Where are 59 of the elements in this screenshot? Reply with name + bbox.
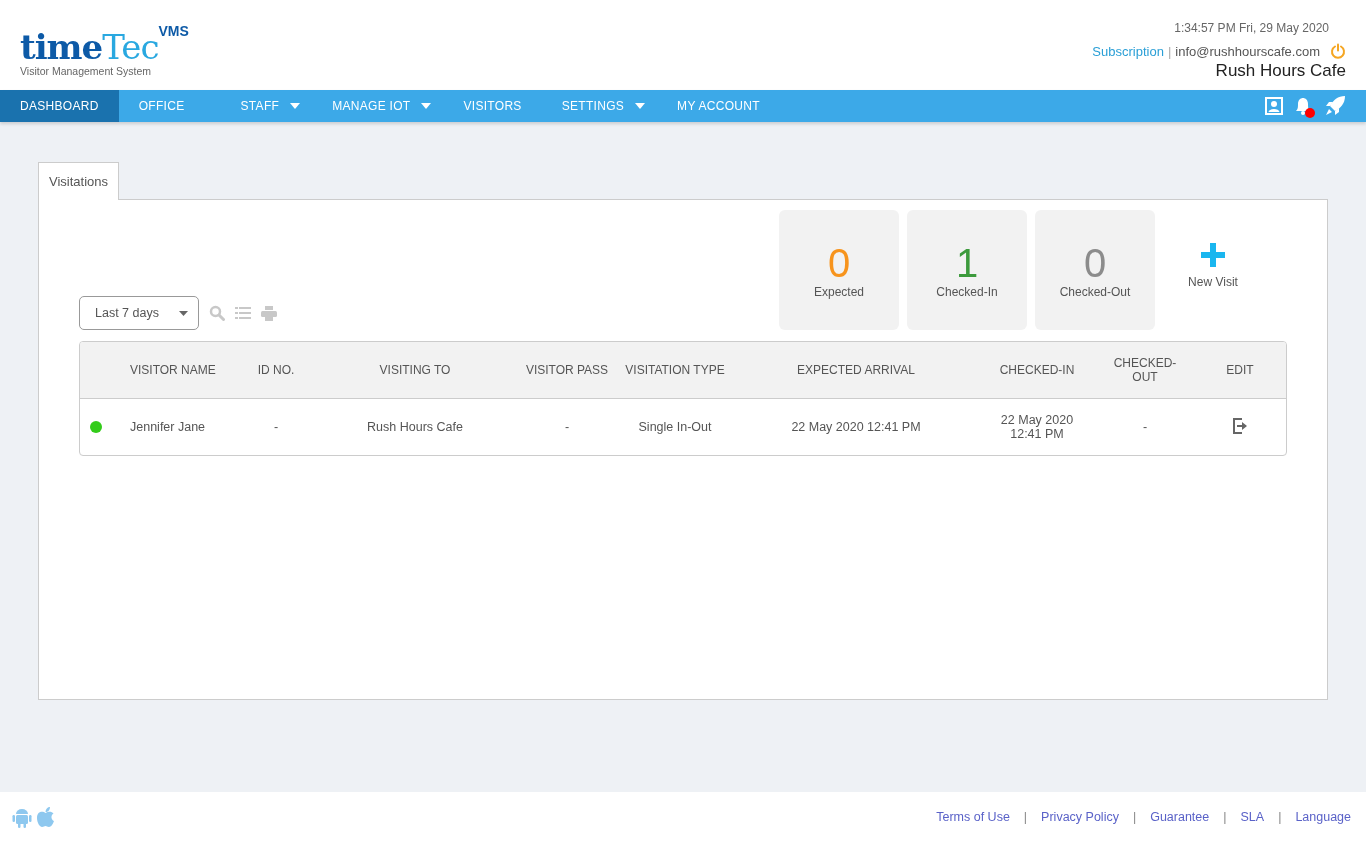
company-name: Rush Hours Cafe <box>1215 61 1346 81</box>
table-cell-text: - <box>563 420 571 434</box>
logo-suffix-text: VMS <box>158 24 189 38</box>
search-icon[interactable] <box>209 305 225 321</box>
print-icon[interactable] <box>261 305 277 321</box>
table-cell-text: - <box>1141 420 1149 434</box>
stat-count: 0 <box>1083 241 1107 285</box>
caret-icon <box>290 103 301 109</box>
logo-text: Tec <box>102 30 159 64</box>
column-header: VISITOR PASS <box>524 363 610 377</box>
table-cell-text: 22 May 2020 12:41 PM <box>790 420 922 434</box>
tab[interactable]: Visitations <box>38 162 119 200</box>
table-cell-text: Rush Hours Cafe <box>366 420 464 434</box>
separator: | <box>1132 810 1137 824</box>
column-header: EDIT <box>1225 363 1255 377</box>
period-dropdown[interactable]: Last 7 days <box>79 296 199 330</box>
apple-icon[interactable] <box>36 806 55 828</box>
column-header: CHECKED-IN <box>998 363 1076 377</box>
stat-label: Checked-Out <box>1059 285 1131 299</box>
column-header: CHECKED-OUT <box>1112 356 1178 384</box>
footer-link[interactable]: Privacy Policy <box>1041 810 1119 824</box>
separator: | <box>1023 810 1028 824</box>
nav-item[interactable]: DASHBOARD <box>0 90 119 122</box>
column-header: VISITING TO <box>378 363 452 377</box>
android-icon[interactable] <box>12 806 32 828</box>
column-header: VISITOR NAME <box>129 363 217 377</box>
column-header: ID NO. <box>256 363 296 377</box>
separator: | <box>1167 43 1172 59</box>
column-header: VISITATION TYPE <box>624 363 726 377</box>
plus-icon <box>1201 243 1225 267</box>
stat-count: 0 <box>827 241 851 285</box>
new-visit-button[interactable]: New Visit <box>1163 210 1263 330</box>
logo-tagline: Visitor Management System <box>20 65 153 77</box>
logo-text: time <box>20 30 103 64</box>
contact-card-icon[interactable] <box>1264 96 1284 116</box>
user-email: info@rushhourscafe.com <box>1175 43 1320 59</box>
rocket-icon[interactable] <box>1324 95 1346 117</box>
edit-icon[interactable] <box>1232 417 1248 434</box>
subscription-link[interactable]: Subscription <box>1092 43 1164 59</box>
separator: | <box>1278 810 1282 824</box>
stat-label: Checked-In <box>936 285 998 299</box>
table-cell-text: Jennifer Jane <box>129 420 207 434</box>
stat-label: Expected <box>813 285 864 299</box>
caret-icon <box>179 310 188 316</box>
footer-link[interactable]: Language <box>1295 810 1351 824</box>
table-cell-text: - <box>272 420 280 434</box>
stat-count: 1 <box>955 241 979 285</box>
power-icon[interactable] <box>1330 43 1346 59</box>
separator: | <box>1223 810 1227 824</box>
column-header: EXPECTED ARRIVAL <box>796 363 916 377</box>
footer-link[interactable]: Guarantee <box>1150 810 1210 824</box>
date-time: 1:34:57 PM Fri, 29 May 2020 <box>1174 21 1329 35</box>
footer-link[interactable]: SLA <box>1240 810 1265 824</box>
table-cell-text: 22 May 2020 12:41 PM <box>999 413 1075 441</box>
caret-icon <box>421 103 432 109</box>
caret-icon <box>635 103 646 109</box>
list-icon[interactable] <box>235 306 251 320</box>
footer-link[interactable]: Terms of Use <box>936 810 1010 824</box>
table-cell-text: Single In-Out <box>637 420 713 434</box>
